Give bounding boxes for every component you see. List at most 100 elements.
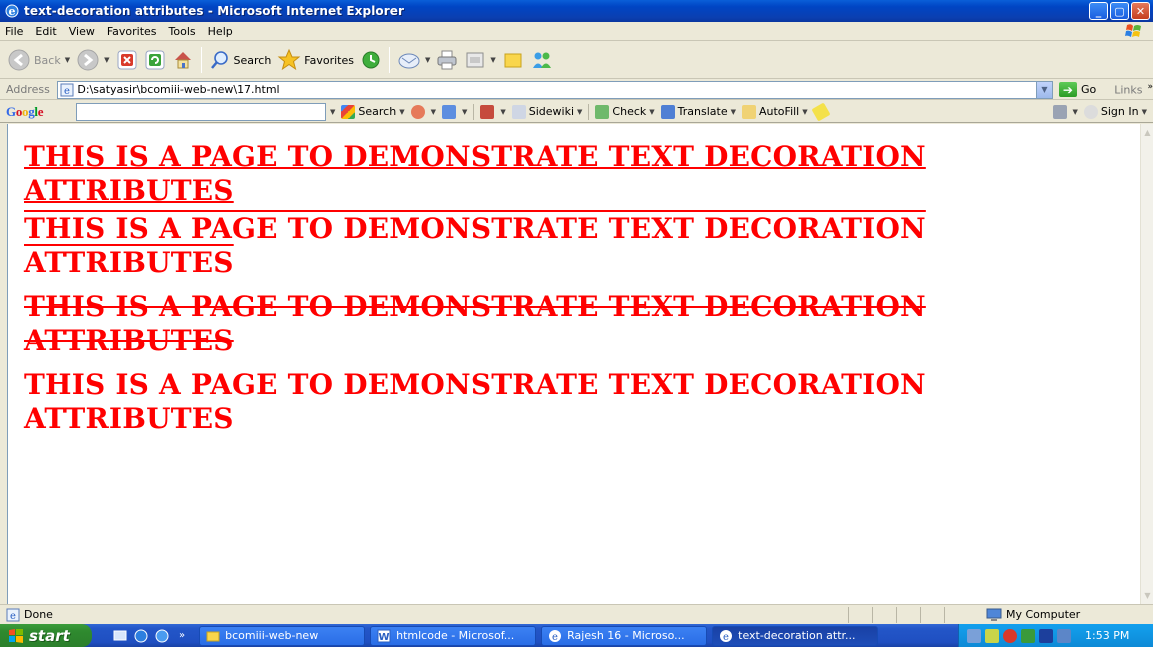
menu-view[interactable]: View bbox=[63, 25, 101, 38]
my-computer-icon bbox=[986, 608, 1002, 621]
back-button[interactable]: Back ▼ bbox=[4, 45, 73, 75]
quick-launch: » bbox=[112, 628, 185, 644]
minimize-button[interactable]: _ bbox=[1089, 2, 1108, 20]
chevron-down-icon: ▼ bbox=[461, 107, 468, 116]
toolbar-separator bbox=[200, 47, 202, 73]
mail-button[interactable]: ▼ bbox=[394, 45, 433, 75]
address-dropdown-button[interactable]: ▼ bbox=[1035, 81, 1052, 98]
status-cell bbox=[944, 606, 968, 623]
address-input[interactable]: e D:\satyasir\bcomiii-web-new\17.html ▼ bbox=[57, 80, 1053, 99]
close-button[interactable]: ✕ bbox=[1131, 2, 1150, 20]
task-button-active[interactable]: e text-decoration attr... bbox=[712, 625, 879, 646]
monitor-icon[interactable] bbox=[1057, 628, 1071, 643]
sidewiki-button[interactable]: Sidewiki ▼ bbox=[511, 104, 583, 119]
chevron-down-icon: ▼ bbox=[730, 107, 736, 116]
go-button[interactable]: ➔ Go bbox=[1058, 82, 1096, 97]
news-icon bbox=[410, 104, 425, 119]
maximize-button[interactable]: ▢ bbox=[1110, 2, 1129, 20]
media-icon[interactable] bbox=[1039, 628, 1053, 643]
menu-bar: File Edit View Favorites Tools Help bbox=[0, 22, 1153, 41]
menu-help[interactable]: Help bbox=[202, 25, 239, 38]
chevron-down-icon: ▼ bbox=[1041, 85, 1048, 94]
forward-button[interactable]: ▼ bbox=[73, 45, 112, 75]
google-search-button[interactable]: Search ▼ bbox=[341, 104, 405, 119]
google-news-button[interactable]: ▼ bbox=[410, 104, 436, 119]
google-plus-button[interactable]: ▼ bbox=[441, 104, 468, 119]
scroll-down-icon[interactable]: ▼ bbox=[1142, 589, 1153, 602]
google-search-icon bbox=[341, 104, 356, 119]
search-button[interactable]: Search bbox=[206, 45, 275, 75]
toolbar-separator bbox=[389, 47, 390, 73]
stop-icon bbox=[117, 50, 136, 70]
connection-icon[interactable] bbox=[1021, 628, 1035, 643]
chevron-down-icon: ▼ bbox=[425, 56, 431, 64]
ie-icon[interactable] bbox=[133, 628, 149, 644]
stop-button[interactable] bbox=[113, 45, 141, 75]
refresh-button[interactable] bbox=[141, 45, 169, 75]
ie-icon[interactable] bbox=[154, 628, 170, 644]
task-button[interactable]: bcomiii-web-new bbox=[199, 625, 366, 646]
toolbar-separator bbox=[588, 103, 590, 120]
links-button[interactable]: Links» bbox=[1114, 82, 1153, 97]
svg-text:e: e bbox=[9, 5, 16, 18]
scroll-up-icon[interactable]: ▲ bbox=[1142, 126, 1153, 139]
update-icon[interactable] bbox=[985, 628, 999, 643]
chevron-down-icon: ▼ bbox=[399, 107, 405, 116]
vertical-scrollbar[interactable]: ▲ ▼ bbox=[1140, 124, 1153, 604]
menu-edit[interactable]: Edit bbox=[29, 25, 62, 38]
chevron-down-icon: ▼ bbox=[649, 107, 655, 116]
spell-check-button[interactable]: Check ▼ bbox=[595, 104, 655, 119]
chevron-right-icon[interactable]: » bbox=[179, 630, 185, 641]
network-icon[interactable] bbox=[967, 628, 981, 643]
sign-in-icon bbox=[1083, 104, 1098, 119]
svg-text:W: W bbox=[379, 632, 390, 643]
favorites-button[interactable]: Favorites bbox=[274, 45, 357, 75]
messenger-button[interactable] bbox=[527, 45, 557, 75]
status-cell bbox=[920, 606, 944, 623]
history-icon bbox=[362, 51, 380, 69]
status-done: e Done bbox=[0, 608, 848, 622]
google-search-input[interactable] bbox=[76, 102, 326, 121]
chevron-down-icon: ▼ bbox=[490, 56, 496, 64]
google-search-dropdown[interactable]: ▼ bbox=[326, 108, 335, 116]
show-desktop-icon[interactable] bbox=[112, 628, 128, 644]
home-button[interactable] bbox=[169, 45, 197, 75]
popup-blocker-button[interactable]: ▼ bbox=[480, 104, 506, 119]
menu-file[interactable]: File bbox=[0, 25, 29, 38]
security-alert-icon[interactable] bbox=[1003, 628, 1017, 643]
status-bar: e Done My Computer bbox=[0, 604, 1153, 624]
task-button[interactable]: W htmlcode - Microsof... bbox=[370, 625, 537, 646]
print-button[interactable] bbox=[433, 45, 461, 75]
highlighter-button[interactable] bbox=[811, 101, 831, 122]
task-button[interactable]: e Rajesh 16 - Microso... bbox=[541, 625, 708, 646]
start-button[interactable]: start bbox=[0, 624, 92, 647]
autofill-button[interactable]: AutoFill ▼ bbox=[742, 104, 808, 119]
sign-in-button[interactable]: Sign In ▼ bbox=[1083, 104, 1147, 119]
edit-window-icon bbox=[466, 52, 484, 68]
menu-favorites[interactable]: Favorites bbox=[101, 25, 163, 38]
chevron-down-icon: ▼ bbox=[330, 107, 336, 116]
google-logo[interactable]: Google bbox=[0, 104, 76, 120]
menu-tools[interactable]: Tools bbox=[163, 25, 202, 38]
heading-underline: THIS IS A PAGE TO DEMONSTRATE TEXT DECOR… bbox=[24, 140, 926, 207]
clock: 1:53 PM bbox=[1085, 629, 1130, 642]
mail-icon bbox=[398, 53, 420, 69]
chevron-down-icon: ▼ bbox=[64, 56, 71, 64]
google-logo-letter: G bbox=[6, 103, 16, 119]
heading-plain: THIS IS A PAGE TO DEMONSTRATE TEXT DECOR… bbox=[24, 368, 926, 435]
translate-button[interactable]: Translate ▼ bbox=[660, 104, 736, 119]
wrench-icon bbox=[1052, 104, 1067, 119]
edit-button[interactable]: ▼ bbox=[461, 45, 498, 75]
google-settings-button[interactable]: ▼ bbox=[1052, 104, 1078, 119]
history-button[interactable] bbox=[357, 45, 385, 75]
status-cell bbox=[848, 606, 872, 623]
address-bar: Address e D:\satyasir\bcomiii-web-new\17… bbox=[0, 80, 1153, 100]
chevron-down-icon: ▼ bbox=[500, 107, 506, 116]
chevron-down-icon: ▼ bbox=[577, 107, 583, 116]
chevron-down-icon: ▼ bbox=[1072, 107, 1078, 116]
toolbar-separator bbox=[473, 103, 475, 120]
heading-line-through: THIS IS A PAGE TO DEMONSTRATE TEXT DECOR… bbox=[24, 290, 926, 357]
go-arrow-icon: ➔ bbox=[1058, 82, 1077, 97]
standard-toolbar: Back ▼ ▼ Search Favorites ▼ ▼ bbox=[0, 42, 1153, 79]
notes-button[interactable] bbox=[499, 45, 527, 75]
